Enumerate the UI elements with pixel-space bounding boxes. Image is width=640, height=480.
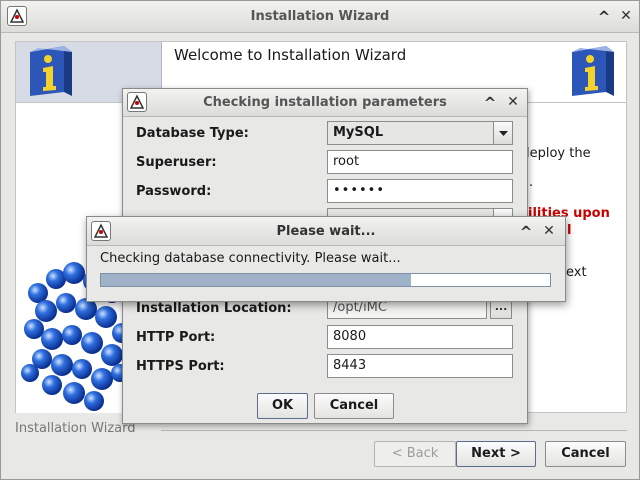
- next-button[interactable]: Next >: [456, 441, 536, 467]
- info-icon-left: [30, 46, 72, 96]
- wait-message: Checking database connectivity. Please w…: [100, 251, 401, 266]
- main-minimize-icon[interactable]: ^: [595, 8, 613, 26]
- database-type-value: MySQL: [333, 125, 384, 140]
- params-minimize-icon[interactable]: ^: [481, 94, 499, 112]
- superuser-label: Superuser:: [136, 155, 217, 170]
- install-location-label: Installation Location:: [136, 301, 292, 316]
- background-text-1: leploy the: [526, 146, 591, 161]
- wait-title-bar[interactable]: Please wait... ^ ✕: [87, 217, 565, 246]
- params-dialog-title: Checking installation parameters: [203, 95, 447, 110]
- password-label: Password:: [136, 184, 212, 199]
- http-port-input[interactable]: 8080: [327, 325, 513, 349]
- database-type-select[interactable]: MySQL: [327, 121, 513, 145]
- connectivity-progress-bar: [100, 273, 551, 287]
- wait-minimize-icon[interactable]: ^: [517, 223, 535, 241]
- main-title-bar[interactable]: Installation Wizard ^ ✕: [1, 1, 639, 33]
- please-wait-dialog: Please wait... ^ ✕ Checking database con…: [86, 216, 566, 302]
- params-cancel-button[interactable]: Cancel: [314, 393, 394, 419]
- main-window-title: Installation Wizard: [250, 9, 390, 24]
- back-button[interactable]: < Back: [374, 441, 456, 467]
- banner-title: Welcome to Installation Wizard: [174, 46, 407, 64]
- background-warning-2: l: [567, 223, 572, 238]
- footer-label: Installation Wizard: [15, 421, 136, 436]
- progress-fill: [101, 274, 411, 286]
- background-text-2: .: [529, 175, 534, 190]
- main-cancel-button[interactable]: Cancel: [545, 441, 626, 467]
- https-port-input[interactable]: 8443: [327, 354, 513, 378]
- wait-dialog-title: Please wait...: [276, 224, 376, 239]
- chevron-down-icon[interactable]: [493, 122, 512, 144]
- password-input[interactable]: ••••••: [327, 179, 513, 203]
- background-text-3: ext: [566, 265, 587, 280]
- params-title-bar[interactable]: Checking installation parameters ^ ✕: [123, 89, 527, 117]
- superuser-input[interactable]: root: [327, 150, 513, 174]
- http-port-label: HTTP Port:: [136, 330, 216, 345]
- https-port-label: HTTPS Port:: [136, 359, 225, 374]
- database-type-label: Database Type:: [136, 126, 249, 141]
- wait-close-icon[interactable]: ✕: [540, 222, 558, 240]
- ok-button[interactable]: OK: [257, 393, 308, 419]
- params-close-icon[interactable]: ✕: [504, 93, 522, 111]
- footer-divider: [161, 430, 627, 431]
- main-close-icon[interactable]: ✕: [617, 7, 635, 25]
- info-icon-right: [572, 46, 614, 96]
